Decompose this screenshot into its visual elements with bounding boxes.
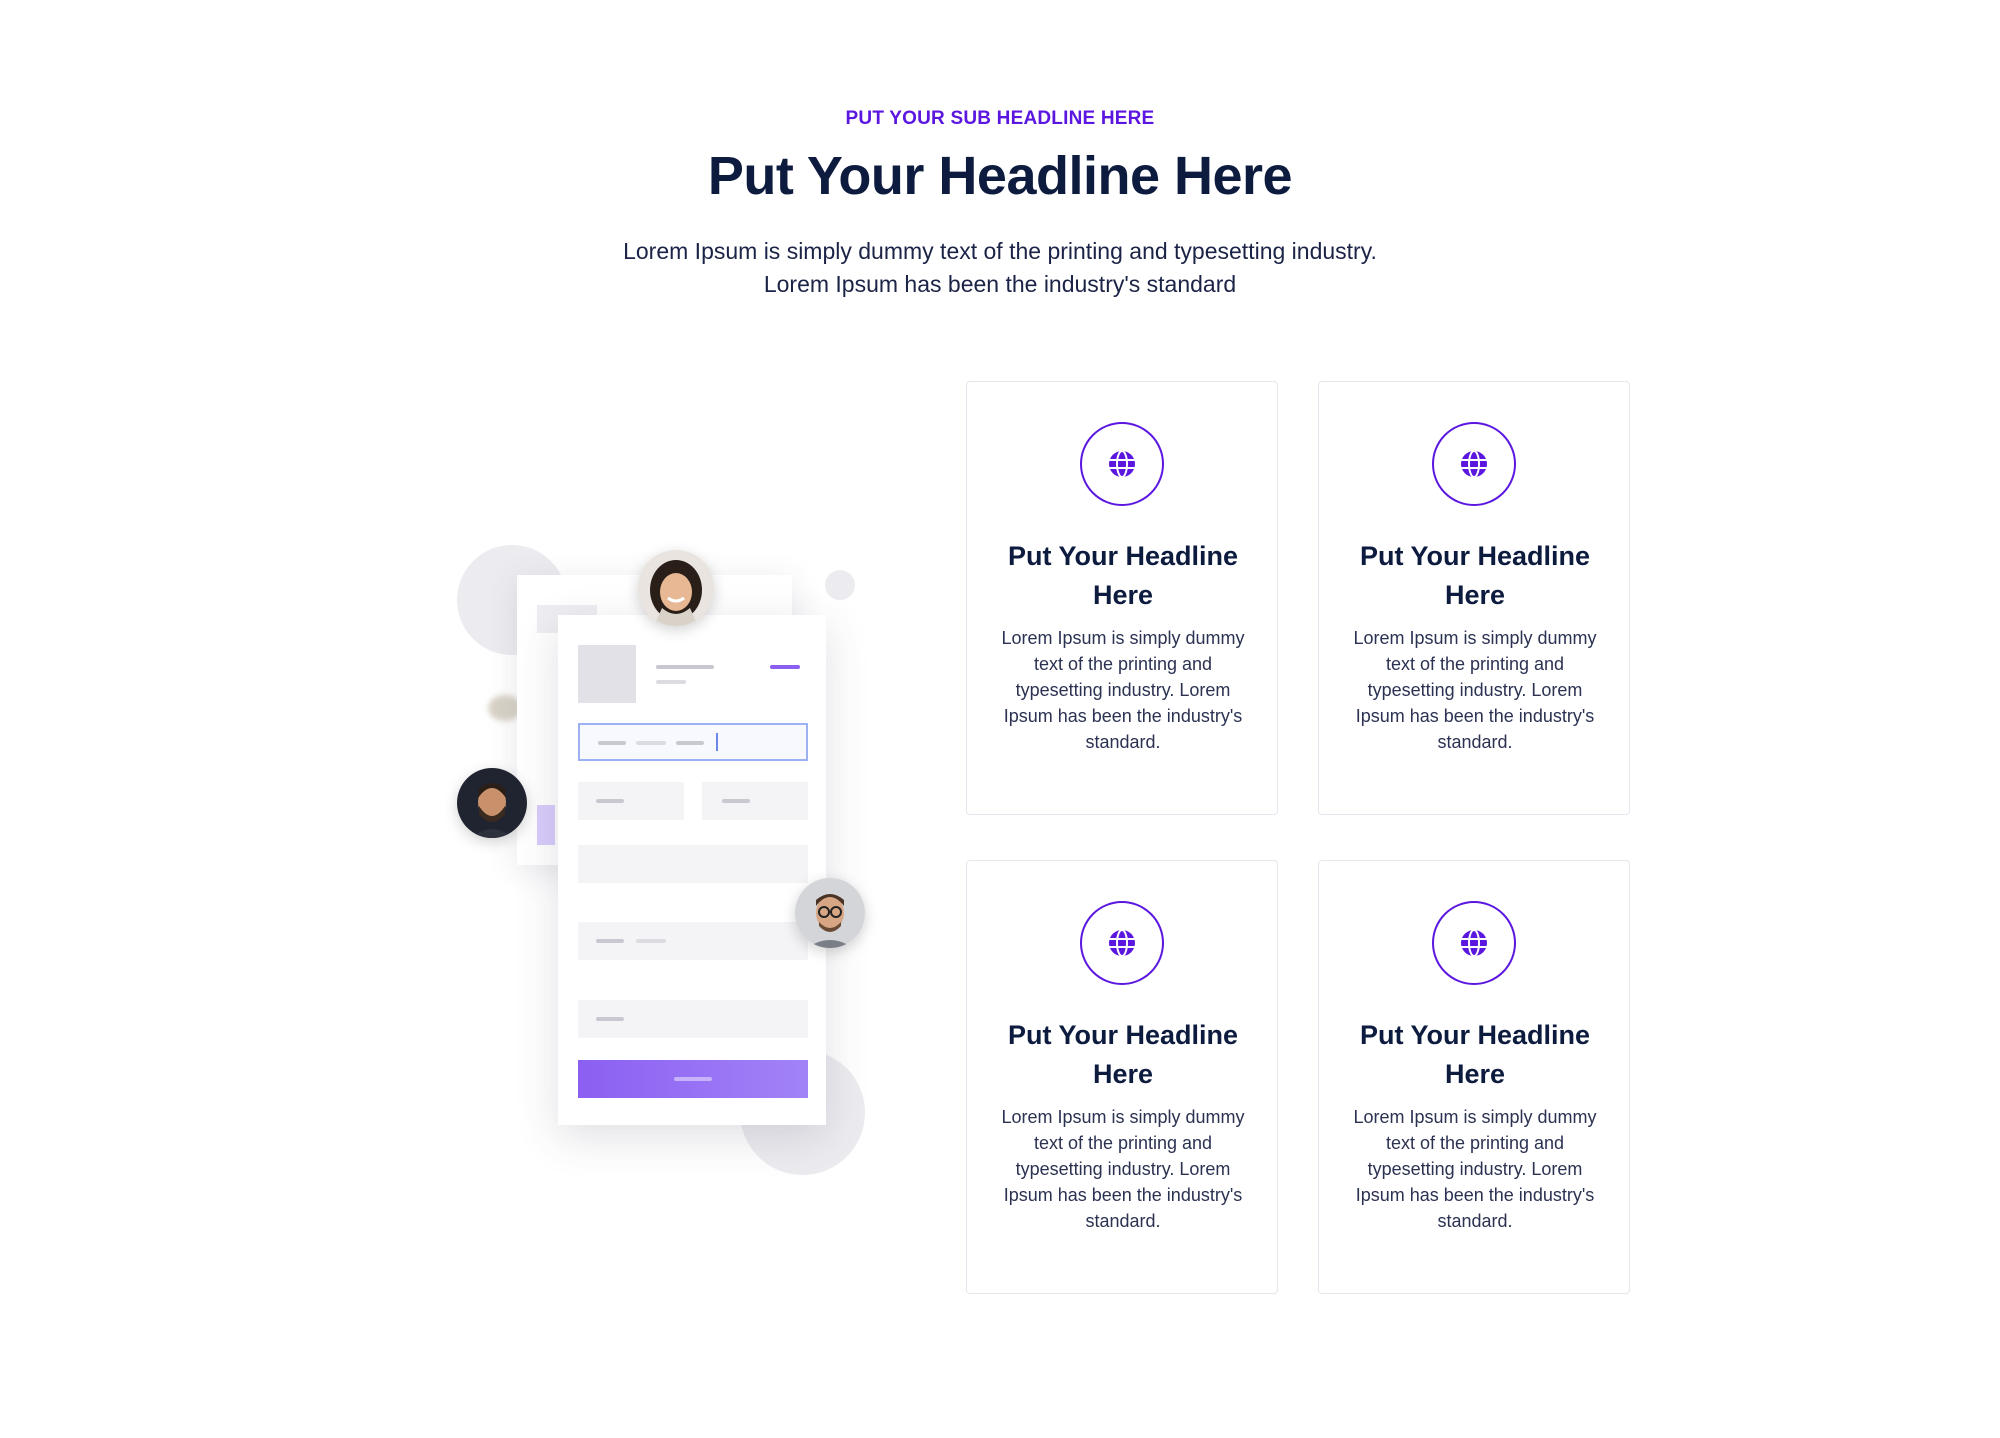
globe-icon: [1461, 450, 1487, 478]
card-text: Lorem Ipsum is simply dummy text of the …: [1001, 1107, 1245, 1231]
input-field[interactable]: [702, 782, 808, 820]
feature-card: Put Your Headline Here Lorem Ipsum is si…: [966, 381, 1278, 815]
globe-icon: [1109, 450, 1135, 478]
feature-card: Put Your Headline Here Lorem Ipsum is si…: [1318, 381, 1630, 815]
globe-icon: [1109, 929, 1135, 957]
card-text: Lorem Ipsum is simply dummy text of the …: [1353, 628, 1597, 752]
image-placeholder: [578, 645, 636, 703]
form-illustration: [440, 530, 880, 1190]
intro-paragraph: Lorem Ipsum is simply dummy text of the …: [623, 238, 1377, 297]
globe-icon: [1461, 929, 1487, 957]
card-text: Lorem Ipsum is simply dummy text of the …: [1353, 1107, 1597, 1231]
input-field[interactable]: [578, 922, 808, 960]
page-title: Put Your Headline Here: [707, 146, 1293, 206]
text-cursor: [716, 733, 718, 751]
icon-badge: [1432, 901, 1516, 985]
avatar-bearded-man: [457, 768, 527, 838]
card-title: Put Your Headline Here: [1359, 1020, 1591, 1089]
active-input-field[interactable]: [578, 723, 808, 761]
input-field[interactable]: [578, 782, 684, 820]
card-text: Lorem Ipsum is simply dummy text of the …: [1001, 628, 1245, 752]
sub-headline: PUT YOUR SUB HEADLINE HERE: [845, 108, 1155, 129]
submit-button[interactable]: [578, 1060, 808, 1098]
placeholder-accent: [537, 805, 555, 845]
accent-line: [770, 665, 800, 669]
feature-card: Put Your Headline Here Lorem Ipsum is si…: [966, 860, 1278, 1294]
form-card: [558, 615, 826, 1125]
card-title: Put Your Headline Here: [1007, 1020, 1239, 1089]
card-title: Put Your Headline Here: [1007, 541, 1239, 610]
text-line: [656, 665, 714, 669]
input-field[interactable]: [578, 1000, 808, 1038]
text-line: [656, 680, 686, 684]
icon-badge: [1080, 422, 1164, 506]
icon-badge: [1432, 422, 1516, 506]
avatar-man-glasses: [795, 878, 865, 948]
avatar-woman: [638, 550, 714, 626]
card-title: Put Your Headline Here: [1359, 541, 1591, 610]
icon-badge: [1080, 901, 1164, 985]
feature-card: Put Your Headline Here Lorem Ipsum is si…: [1318, 860, 1630, 1294]
input-field[interactable]: [578, 845, 808, 883]
background-dot: [825, 570, 855, 600]
